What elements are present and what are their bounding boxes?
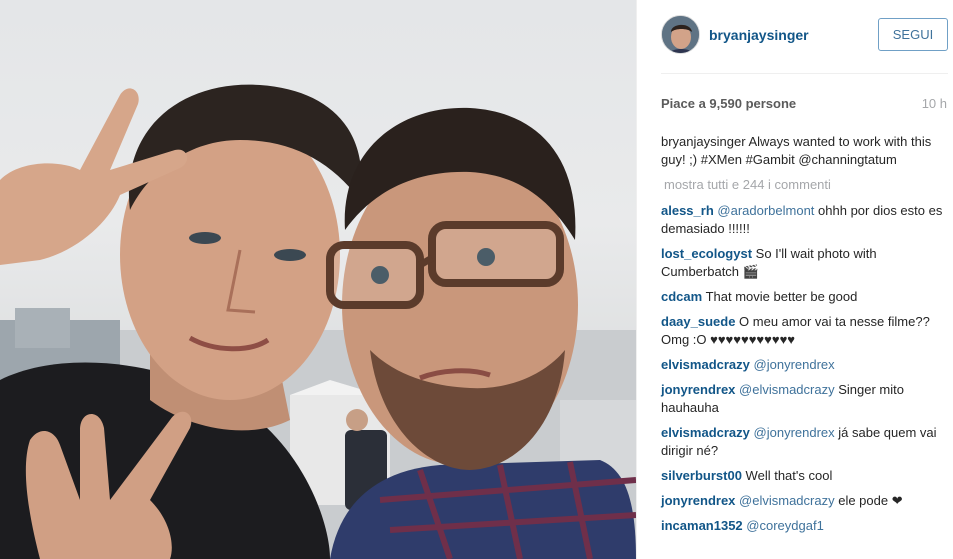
author-avatar[interactable] [661, 15, 700, 54]
comment-mention[interactable]: @aradorbelmont [717, 203, 814, 218]
comment-username[interactable]: silverburst00 [661, 468, 742, 483]
comment-username[interactable]: incaman1352 [661, 518, 743, 533]
hashtag-gambit[interactable]: #Gambit [746, 152, 795, 167]
comment-item: lost_ecologyst So I'll wait photo with C… [661, 245, 947, 281]
comment-mention[interactable]: @jonyrendrex [754, 425, 835, 440]
post-caption: bryanjaysinger Always wanted to work wit… [661, 133, 947, 169]
comment-text: Well that's cool [741, 468, 833, 483]
comment-item: cdcam That movie better be good [661, 288, 947, 306]
follow-button[interactable]: SEGUI [878, 18, 948, 51]
show-all-comments-link[interactable]: mostra tutti e 244 i commenti [664, 176, 947, 194]
comment-item: elvismadcrazy @jonyrendrex [661, 356, 947, 374]
comment-username[interactable]: daay_suede [661, 314, 735, 329]
comment-mention[interactable]: @elvismadcrazy [739, 493, 835, 508]
header-divider [661, 73, 948, 74]
comment-item: jonyrendrex @elvismadcrazy Singer mito h… [661, 381, 947, 417]
comment-username[interactable]: aless_rh [661, 203, 714, 218]
post-photo[interactable] [0, 0, 636, 559]
post-sidebar: bryanjaysinger SEGUI Piace a 9,590 perso… [636, 0, 953, 559]
comment-username[interactable]: elvismadcrazy [661, 425, 750, 440]
comments-list: bryanjaysinger Always wanted to work wit… [661, 133, 947, 542]
comment-mention[interactable]: @elvismadcrazy [739, 382, 835, 397]
comment-item: aless_rh @aradorbelmont ohhh por dios es… [661, 202, 947, 238]
author-username[interactable]: bryanjaysinger [709, 27, 809, 43]
comment-mention[interactable]: @jonyrendrex [754, 357, 835, 372]
comment-text: ele pode ❤ [834, 493, 903, 508]
post-time[interactable]: 10 h [922, 96, 947, 111]
comment-text: That movie better be good [702, 289, 858, 304]
comment-username[interactable]: lost_ecologyst [661, 246, 752, 261]
comment-item: daay_suede O meu amor vai ta nesse filme… [661, 313, 947, 349]
comment-username[interactable]: cdcam [661, 289, 702, 304]
avatar-image [662, 16, 699, 53]
comment-username[interactable]: elvismadcrazy [661, 357, 750, 372]
comment-item: silverburst00 Well that's cool [661, 467, 947, 485]
comment-item: elvismadcrazy @jonyrendrex já sabe quem … [661, 424, 947, 460]
mention-channingtatum[interactable]: @channingtatum [798, 152, 896, 167]
caption-username[interactable]: bryanjaysinger [661, 134, 746, 149]
comment-username[interactable]: jonyrendrex [661, 382, 735, 397]
post-header: bryanjaysinger SEGUI [661, 15, 948, 57]
comment-item: jonyrendrex @elvismadcrazy ele pode ❤ [661, 492, 947, 510]
selfie-illustration [0, 84, 636, 559]
comment-item: incaman1352 @coreydgaf1 [661, 517, 947, 535]
comment-mention[interactable]: @coreydgaf1 [746, 518, 824, 533]
hashtag-xmen[interactable]: #XMen [701, 152, 742, 167]
likes-count[interactable]: Piace a 9,590 persone [661, 96, 796, 111]
comment-username[interactable]: jonyrendrex [661, 493, 735, 508]
